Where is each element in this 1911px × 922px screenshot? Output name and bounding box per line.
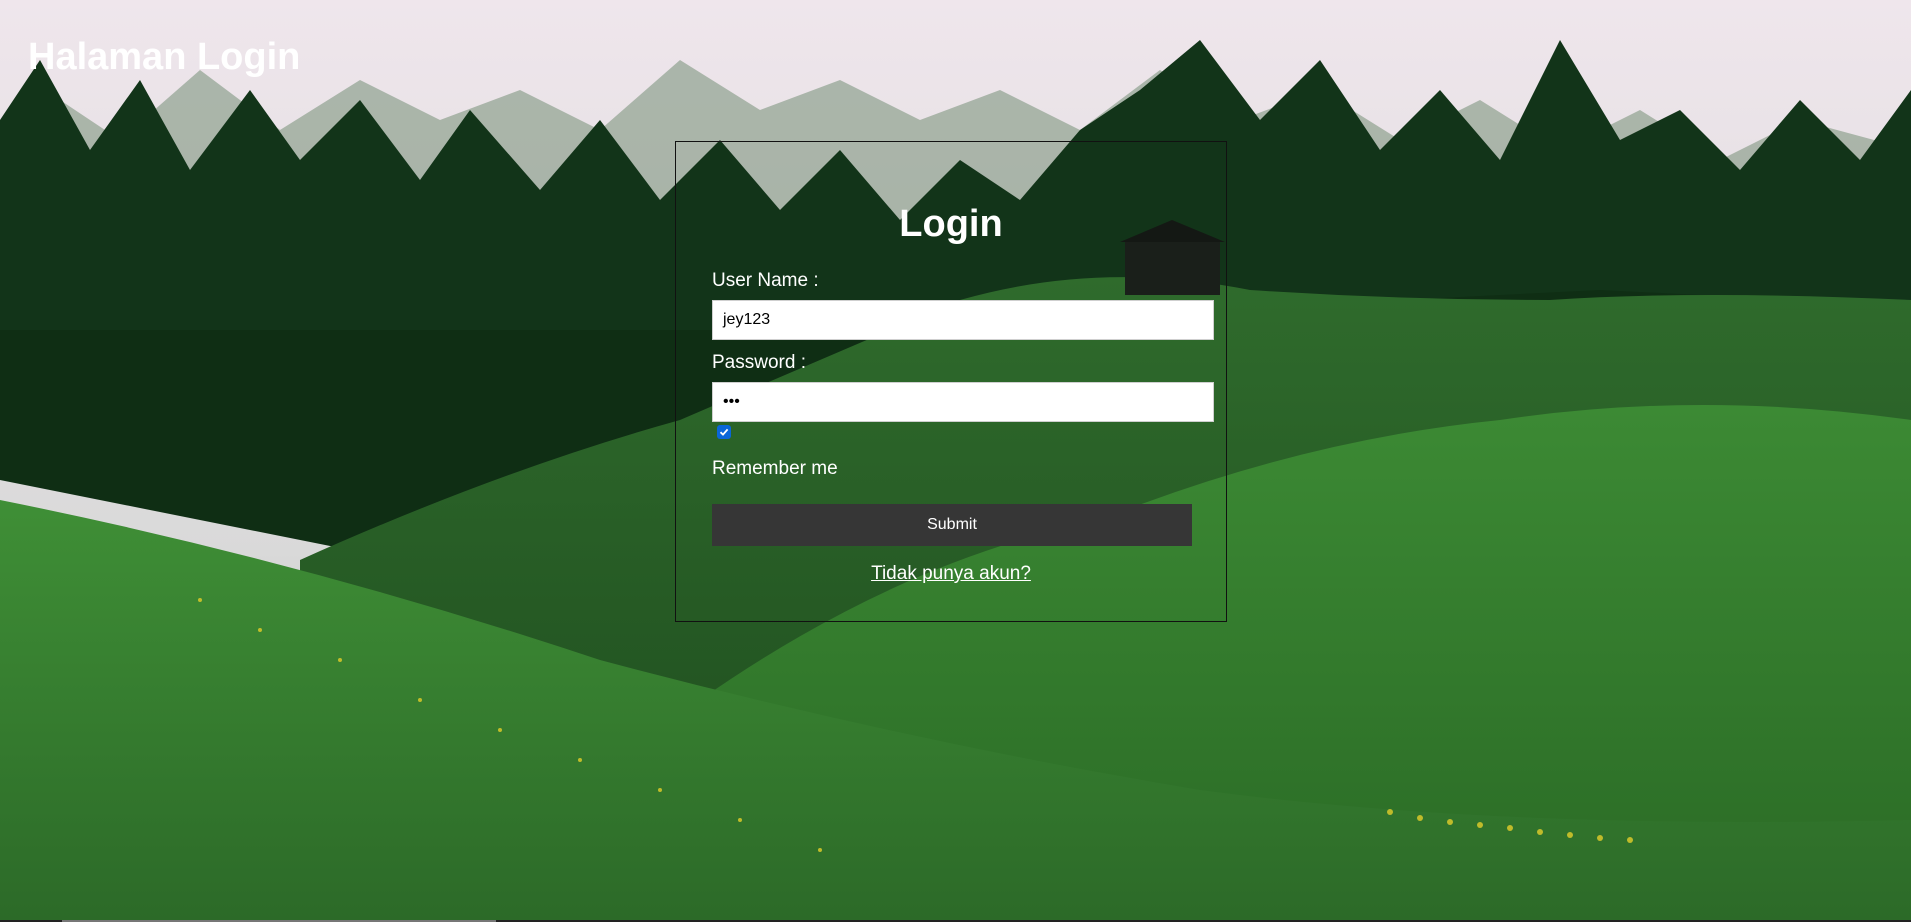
remember-me-label: Remember me: [712, 458, 838, 479]
password-input[interactable]: •••: [712, 382, 1214, 422]
page: Halaman Login Login User Name : jey123 P…: [0, 0, 1911, 922]
checkmark-icon: [719, 428, 729, 436]
username-label: User Name :: [712, 270, 819, 291]
password-label: Password :: [712, 352, 806, 373]
login-form: Login User Name : jey123 Password : ••• …: [675, 141, 1227, 622]
login-heading: Login: [899, 203, 1003, 245]
remember-me-checkbox[interactable]: [717, 425, 731, 439]
username-value: jey123: [723, 311, 771, 328]
register-link[interactable]: Tidak punya akun?: [676, 563, 1226, 585]
submit-button[interactable]: Submit: [712, 504, 1192, 546]
page-title: Halaman Login: [28, 36, 301, 78]
password-value: •••: [723, 393, 740, 410]
username-input[interactable]: jey123: [712, 300, 1214, 340]
